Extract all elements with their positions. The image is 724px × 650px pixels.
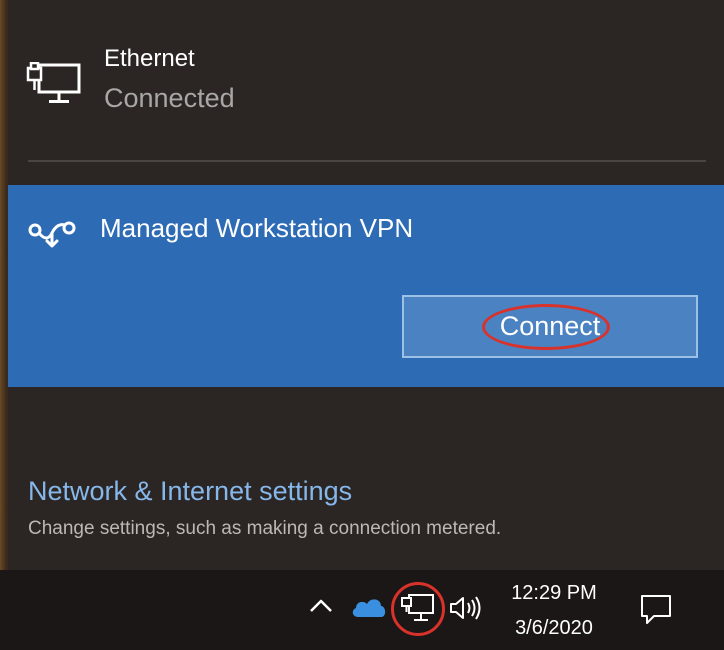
network-icon-highlight-ring [391, 582, 445, 636]
vpn-connection[interactable]: Managed Workstation VPN Connect [8, 185, 724, 387]
network-settings-description: Change settings, such as making a connec… [28, 518, 502, 539]
vpn-name: Managed Workstation VPN [100, 213, 414, 243]
ethernet-connection[interactable]: Ethernet Connected [8, 0, 724, 165]
clock-date[interactable]: 3/6/2020 [498, 615, 610, 641]
network-settings-link[interactable]: Network & Internet settings [28, 474, 352, 508]
connect-highlight-ring [482, 304, 610, 350]
action-center-icon[interactable] [638, 592, 674, 626]
vpn-icon [27, 216, 77, 248]
clock-time[interactable]: 12:29 PM [498, 580, 610, 606]
onedrive-cloud-icon[interactable] [350, 595, 388, 619]
connect-button[interactable]: Connect [402, 295, 698, 358]
ethernet-monitor-icon [25, 62, 83, 106]
ethernet-status: Connected [104, 83, 235, 113]
divider [28, 160, 706, 162]
chevron-up-icon[interactable] [306, 594, 336, 618]
taskbar: 12:29 PM 3/6/2020 [0, 570, 724, 650]
network-flyout: Ethernet Connected Managed Workstation V… [8, 0, 724, 570]
ethernet-name: Ethernet [104, 45, 195, 72]
volume-icon[interactable] [448, 593, 484, 623]
